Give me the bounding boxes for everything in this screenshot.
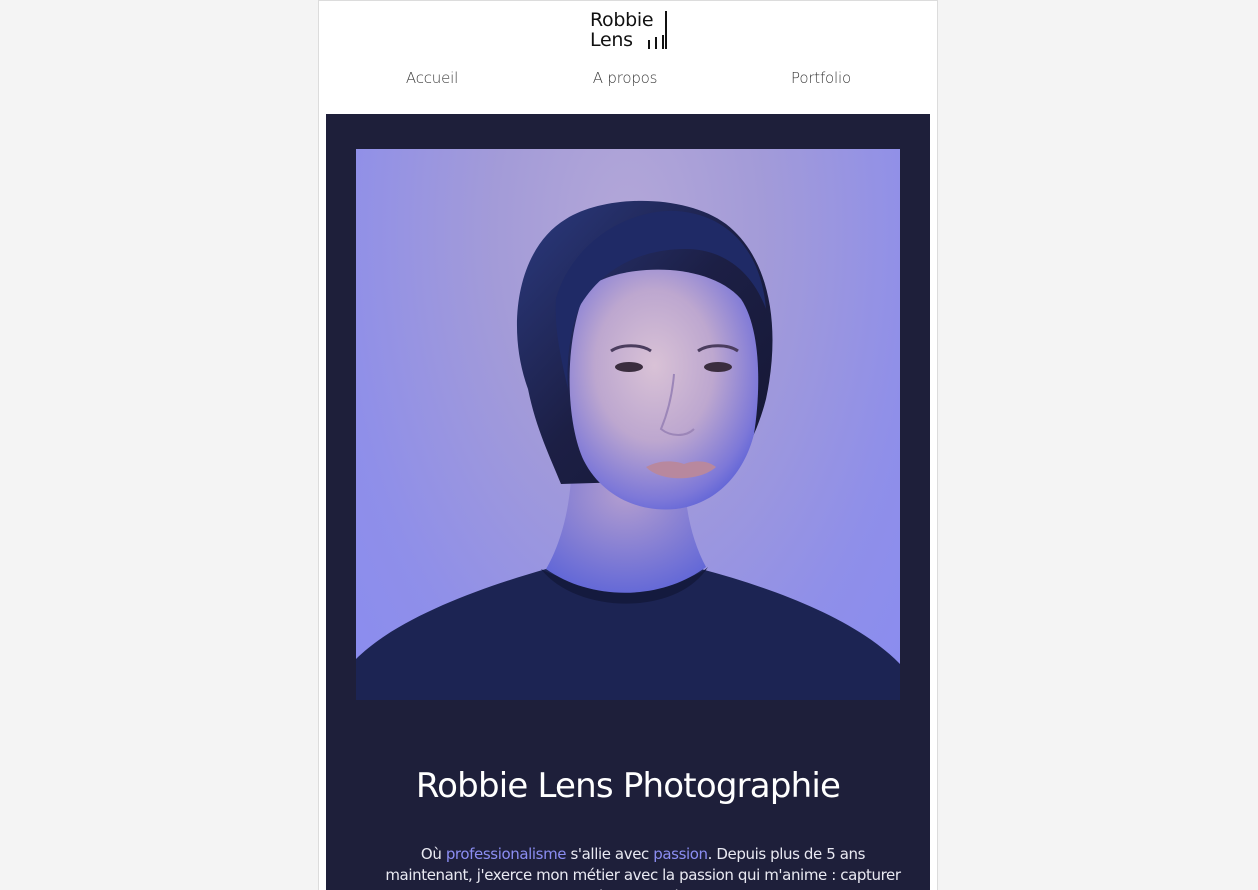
- hero-section: Robbie Lens Photographie Où professional…: [326, 114, 930, 890]
- hero-intro-text: Où professionalisme s'allie avec passion…: [376, 844, 910, 890]
- page-container: Robbie Lens Accueil A propos Portfolio R…: [318, 0, 938, 890]
- brand-line-2: Lens: [590, 29, 633, 51]
- intro-text-part: s'allie avec: [566, 845, 654, 863]
- main-nav: Accueil A propos Portfolio: [319, 69, 937, 95]
- brand-line-1: Robbie: [590, 9, 654, 31]
- nav-item-accueil[interactable]: Accueil: [406, 69, 458, 87]
- hero-title: Robbie Lens Photographie: [415, 766, 841, 806]
- hero-portrait-image: [356, 149, 900, 700]
- brand-logo[interactable]: Robbie Lens: [590, 9, 670, 53]
- nav-item-a-propos[interactable]: A propos: [593, 69, 658, 87]
- highlight-professionalisme: professionalisme: [445, 845, 567, 863]
- logo-bars-icon: [646, 35, 666, 49]
- highlight-passion: passion: [653, 845, 708, 863]
- logo-divider: [665, 11, 667, 49]
- intro-text-part: Où: [420, 845, 446, 863]
- nav-item-portfolio[interactable]: Portfolio: [791, 69, 851, 87]
